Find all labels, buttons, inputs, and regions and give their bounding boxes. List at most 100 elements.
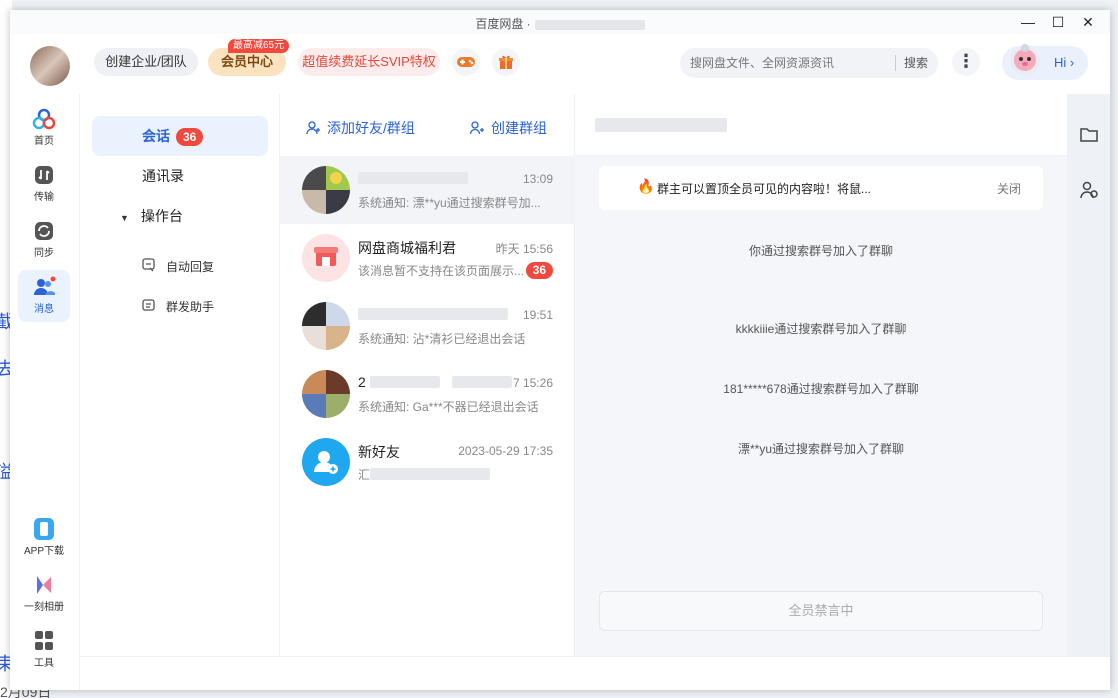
nav-item-contacts[interactable]: 通讯录	[92, 156, 268, 196]
system-message: 181*****678通过搜索群号加入了群聊	[723, 382, 919, 396]
group-members-icon[interactable]	[1079, 180, 1099, 200]
conversation-item[interactable]: 13:09 系统通知: 漂**yu通过搜索群号加...	[280, 156, 575, 224]
pinned-notice: 🔥 群主可以置顶全员可见的内容啦！将鼠... 关闭	[599, 166, 1043, 210]
rail-label: 工具	[34, 658, 54, 669]
window-title: 百度网盘 ·	[10, 15, 1110, 32]
rail-label: APP下载	[23, 546, 64, 557]
conversation-name: 新好友	[358, 444, 400, 460]
footer-bar	[80, 656, 1110, 690]
blurred-name	[452, 376, 512, 388]
user-greeting-button[interactable]: Hi ›	[1002, 44, 1088, 80]
shop-avatar	[302, 234, 350, 282]
right-tool-rail	[1067, 94, 1110, 656]
group-avatar	[302, 370, 350, 418]
blurred-name	[370, 376, 440, 388]
minimize-button[interactable]: —	[1016, 12, 1040, 32]
transfer-icon	[35, 166, 53, 184]
nav-item-chats[interactable]: 会话 36	[92, 116, 268, 156]
search-input[interactable]	[690, 54, 886, 72]
add-friend-button[interactable]: 添加好友/群组	[306, 118, 415, 138]
conversation-preview: 该消息暂不支持在该页面展示...	[358, 264, 525, 278]
conversation-list-panel: 添加好友/群组 创建群组 13:09 系统通知: 漂**yu通过搜索群号加...…	[280, 94, 575, 656]
game-icon[interactable]	[452, 48, 480, 76]
conversation-item[interactable]: 2 7 15:26 系统通知: Ga***不器已经退出会话	[280, 360, 575, 428]
unread-badge: 36	[525, 262, 553, 279]
create-group-label: 创建群组	[491, 120, 547, 136]
rail-item-messages[interactable]: 消息	[18, 270, 70, 322]
blurred-name	[358, 308, 508, 320]
auto-reply-icon	[142, 258, 155, 272]
svip-renew-button[interactable]: 超值续费延长SVIP特权	[298, 48, 440, 76]
more-menu-button[interactable]: ⋮	[952, 48, 980, 76]
top-bar: 创建企业/团队 会员中心 最高减65元 超值续费延长SVIP特权 搜索 ⋮ Hi…	[10, 34, 1110, 94]
unread-badge: 36	[176, 128, 204, 147]
left-nav-rail: 首页 传输 同步 消息 APP下载 一刻相册 工具	[10, 94, 80, 690]
rail-item-tools[interactable]: 工具	[18, 624, 70, 676]
message-nav-panel: 会话 36 通讯录 ▼ 操作台 自动回复 群发助手	[80, 94, 280, 656]
conversation-time: 2023-05-29 17:35	[458, 444, 553, 458]
mascot-avatar-icon	[1010, 44, 1040, 76]
app-download-icon	[34, 518, 54, 540]
rail-label: 一刻相册	[24, 602, 64, 613]
nav-label: 操作台	[140, 208, 183, 224]
conversation-preview: 系统通知: 漂**yu通过搜索群号加...	[358, 196, 541, 210]
nav-item-console[interactable]: ▼ 操作台	[92, 196, 268, 236]
add-friend-label: 添加好友/群组	[327, 120, 415, 136]
nav-item-mass-send[interactable]: 群发助手	[166, 298, 214, 315]
search-box: 搜索	[680, 48, 938, 78]
album-icon	[37, 576, 51, 594]
rail-item-transfer[interactable]: 传输	[18, 158, 70, 210]
user-avatar[interactable]	[30, 46, 70, 86]
rail-item-album[interactable]: 一刻相册	[18, 568, 70, 620]
home-icon	[32, 108, 56, 130]
group-avatar	[302, 302, 350, 350]
search-button[interactable]: 搜索	[894, 55, 928, 71]
system-message: 漂**yu通过搜索群号加入了群聊	[737, 442, 904, 456]
conversation-name: 2	[358, 374, 366, 390]
nav-item-auto-reply[interactable]: 自动回复	[166, 258, 214, 275]
blurred-name	[358, 172, 468, 184]
all-muted-bar: 全员禁言中	[599, 591, 1043, 631]
group-avatar	[302, 166, 350, 214]
group-icon	[469, 121, 484, 135]
conversation-item[interactable]: 网盘商城福利君 昨天 15:56 该消息暂不支持在该页面展示... 36	[280, 224, 575, 292]
rail-item-sync[interactable]: 同步	[18, 214, 70, 266]
conversation-item[interactable]: 19:51 系统通知: 沾*清衫已经退出会话	[280, 292, 575, 360]
folder-icon[interactable]	[1079, 124, 1099, 144]
conversation-time: 19:51	[522, 308, 553, 322]
conversation-time: 昨天 15:56	[495, 242, 553, 256]
baidu-netdisk-window: 百度网盘 · — ☐ ✕ 创建企业/团队 会员中心 最高减65元 超值续费延长S…	[10, 10, 1110, 690]
messages-icon	[34, 276, 56, 295]
blurred-chat-title	[595, 118, 727, 132]
pinned-notice-text: 群主可以置顶全员可见的内容啦！将鼠...	[657, 182, 872, 196]
mass-send-icon	[142, 299, 155, 311]
rail-item-home[interactable]: 首页	[18, 102, 70, 154]
create-group-button[interactable]: 创建群组	[469, 118, 547, 138]
system-message: 你通过搜索群号加入了群聊	[748, 244, 893, 258]
create-team-button[interactable]: 创建企业/团队	[94, 48, 198, 76]
fire-icon: 🔥	[637, 178, 655, 194]
chat-panel: 🔥 群主可以置顶全员可见的内容啦！将鼠... 关闭 你通过搜索群号加入了群聊 k…	[575, 94, 1067, 656]
sync-icon	[35, 222, 53, 240]
nav-label: 会话	[142, 128, 170, 144]
conversation-name: 网盘商城福利君	[358, 240, 456, 256]
close-window-button[interactable]: ✕	[1076, 12, 1100, 32]
caret-down-icon: ▼	[120, 213, 129, 223]
rail-label: 消息	[34, 304, 54, 315]
rail-label: 同步	[34, 248, 54, 259]
vip-discount-badge: 最高减65元	[228, 39, 290, 53]
user-greeting-text: Hi ›	[1054, 55, 1075, 70]
add-user-icon	[306, 121, 320, 135]
pinned-close-button[interactable]: 关闭	[997, 180, 1021, 197]
rail-label: 首页	[34, 136, 54, 147]
conversation-item[interactable]: 新好友 2023-05-29 17:35 汇	[280, 428, 575, 496]
rail-item-app-download[interactable]: APP下载	[18, 512, 70, 564]
conversation-preview: 系统通知: Ga***不器已经退出会话	[358, 400, 539, 414]
tools-icon	[35, 631, 53, 650]
maximize-button[interactable]: ☐	[1046, 12, 1070, 32]
conversation-time: 7 15:26	[512, 376, 553, 390]
conversation-time: 13:09	[522, 172, 553, 186]
gift-icon[interactable]	[492, 48, 520, 76]
title-bar: 百度网盘 · — ☐ ✕	[10, 10, 1110, 34]
conversation-preview: 系统通知: 沾*清衫已经退出会话	[358, 332, 526, 346]
